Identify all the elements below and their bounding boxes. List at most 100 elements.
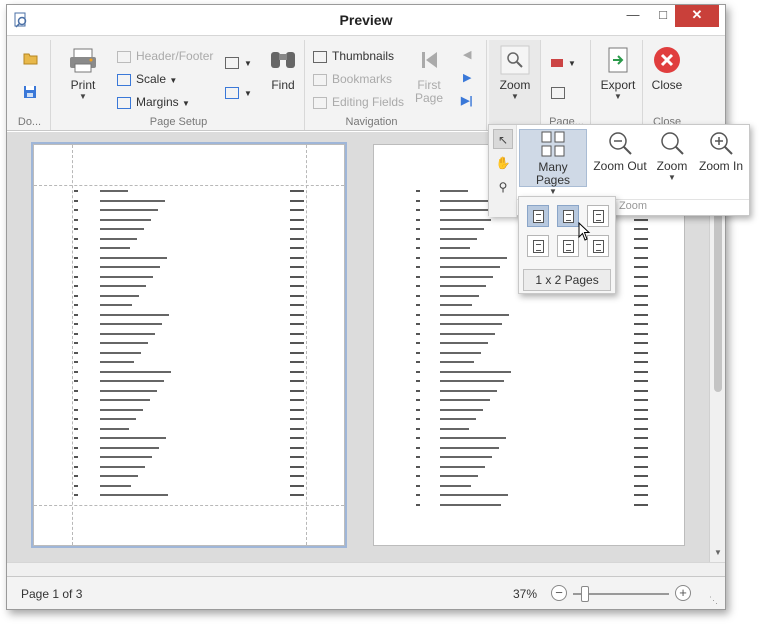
- zoom-slider-thumb[interactable]: [581, 586, 589, 602]
- row-number-bar: [416, 465, 420, 468]
- zoom-ribbon-button[interactable]: Zoom ▼: [493, 44, 537, 102]
- zoom-menu-button[interactable]: Zoom ▼: [651, 129, 693, 187]
- header-footer-icon: [117, 50, 131, 63]
- row-number-bar: [416, 475, 420, 477]
- margin-guide: [306, 145, 307, 545]
- zoom-out-button[interactable]: Zoom Out: [591, 129, 649, 187]
- row-value-bar: [634, 332, 648, 335]
- save-icon[interactable]: [23, 85, 37, 99]
- row-value-bar: [634, 408, 648, 411]
- page-layout-2x2[interactable]: [557, 235, 579, 257]
- row-number-bar: [416, 494, 420, 496]
- chevron-down-icon: ▼: [511, 92, 519, 101]
- row-number-bar: [74, 437, 78, 439]
- row-text-bar: [100, 209, 158, 211]
- row-value-bar: [634, 446, 648, 449]
- row-value-bar: [290, 304, 304, 306]
- row-number-bar: [416, 228, 420, 230]
- close-circle-icon: [654, 47, 680, 73]
- row-number-bar: [416, 351, 420, 354]
- row-text-bar: [440, 437, 506, 439]
- row-number-bar: [74, 370, 78, 373]
- row-number-bar: [416, 503, 420, 506]
- horizontal-scrollbar[interactable]: [7, 562, 725, 576]
- editing-fields-button[interactable]: Editing Fields: [313, 92, 404, 112]
- printer-icon: [70, 48, 96, 73]
- row-number-bar: [74, 342, 78, 344]
- page-color-button[interactable]: ▼: [551, 52, 576, 72]
- row-number-bar: [74, 199, 78, 202]
- last-page-icon[interactable]: ▶|: [461, 94, 473, 107]
- row-text-bar: [100, 418, 136, 420]
- row-value-bar: [290, 351, 304, 354]
- maximize-button[interactable]: □: [649, 5, 677, 27]
- page-layout-1x1[interactable]: [527, 205, 549, 227]
- resize-grip-icon[interactable]: ⋱: [709, 595, 723, 609]
- many-pages-button[interactable]: Many Pages ▼: [519, 129, 587, 196]
- magnifier-tool-icon[interactable]: ⚲: [493, 177, 513, 197]
- row-number-bar: [74, 209, 78, 211]
- export-button[interactable]: Export ▼: [595, 44, 641, 102]
- row-number-bar: [416, 446, 420, 449]
- header-footer-button[interactable]: Header/Footer: [117, 46, 213, 66]
- row-number-bar: [416, 294, 420, 297]
- row-value-bar: [290, 285, 304, 287]
- find-button[interactable]: Find: [263, 44, 303, 92]
- row-value-bar: [290, 389, 304, 392]
- row-value-bar: [290, 465, 304, 468]
- row-number-bar: [416, 323, 420, 325]
- row-text-bar: [440, 304, 472, 306]
- navigation-group-label: Navigation: [345, 116, 398, 128]
- row-value-bar: [634, 484, 648, 487]
- zoom-in-icon[interactable]: +: [675, 585, 691, 601]
- row-value-bar: [290, 228, 304, 230]
- row-number-bar: [416, 199, 420, 202]
- bookmarks-button[interactable]: Bookmarks: [313, 69, 392, 89]
- next-page-icon[interactable]: ▶: [463, 71, 471, 84]
- first-page-button[interactable]: First Page: [407, 44, 451, 105]
- minimize-button[interactable]: —: [619, 5, 647, 27]
- row-value-bar: [290, 380, 304, 382]
- margins-button[interactable]: Margins ▼: [117, 92, 190, 112]
- close-preview-button[interactable]: Close: [645, 44, 689, 92]
- page-layout-1x2[interactable]: [557, 205, 579, 227]
- row-number-bar: [416, 399, 420, 401]
- pointer-icon[interactable]: ↖: [493, 129, 513, 149]
- scroll-down-icon[interactable]: ▼: [710, 548, 725, 557]
- row-number-bar: [416, 437, 420, 439]
- zoom-in-button[interactable]: Zoom In: [695, 129, 747, 187]
- previous-page-icon[interactable]: ◀: [463, 48, 471, 61]
- scale-button[interactable]: Scale ▼: [117, 69, 177, 89]
- row-text-bar: [100, 475, 138, 477]
- page-1[interactable]: [31, 142, 347, 548]
- document-group-label: Do...: [17, 116, 42, 128]
- close-window-button[interactable]: ✕: [675, 5, 719, 27]
- row-text-bar: [100, 266, 160, 268]
- row-number-bar: [416, 266, 420, 268]
- orientation-button[interactable]: ▼: [225, 52, 252, 72]
- thumbnails-button[interactable]: Thumbnails: [313, 46, 394, 66]
- row-text-bar: [100, 237, 137, 240]
- row-text-bar: [100, 247, 130, 249]
- row-text-bar: [100, 494, 168, 496]
- paper-size-button[interactable]: ▼: [225, 82, 252, 102]
- row-text-bar: [440, 190, 468, 192]
- zoom-out-icon[interactable]: −: [551, 585, 567, 601]
- row-text-bar: [100, 228, 144, 230]
- hand-tool-icon[interactable]: ✋: [493, 153, 513, 173]
- zoom-out-icon: [609, 132, 632, 155]
- row-text-bar: [440, 446, 499, 449]
- print-button[interactable]: Print ▼: [61, 44, 105, 102]
- row-text-bar: [100, 484, 131, 487]
- row-value-bar: [634, 399, 648, 401]
- scrollbar-thumb[interactable]: [714, 192, 722, 392]
- watermark-button[interactable]: [551, 82, 570, 102]
- row-value-bar: [290, 323, 304, 325]
- zoom-percent[interactable]: 37%: [513, 587, 537, 601]
- row-text-bar: [100, 370, 171, 373]
- row-text-bar: [100, 313, 169, 316]
- row-value-bar: [634, 494, 648, 496]
- page-icon: [593, 240, 604, 253]
- open-folder-icon[interactable]: [23, 52, 39, 66]
- page-layout-2x1[interactable]: [527, 235, 549, 257]
